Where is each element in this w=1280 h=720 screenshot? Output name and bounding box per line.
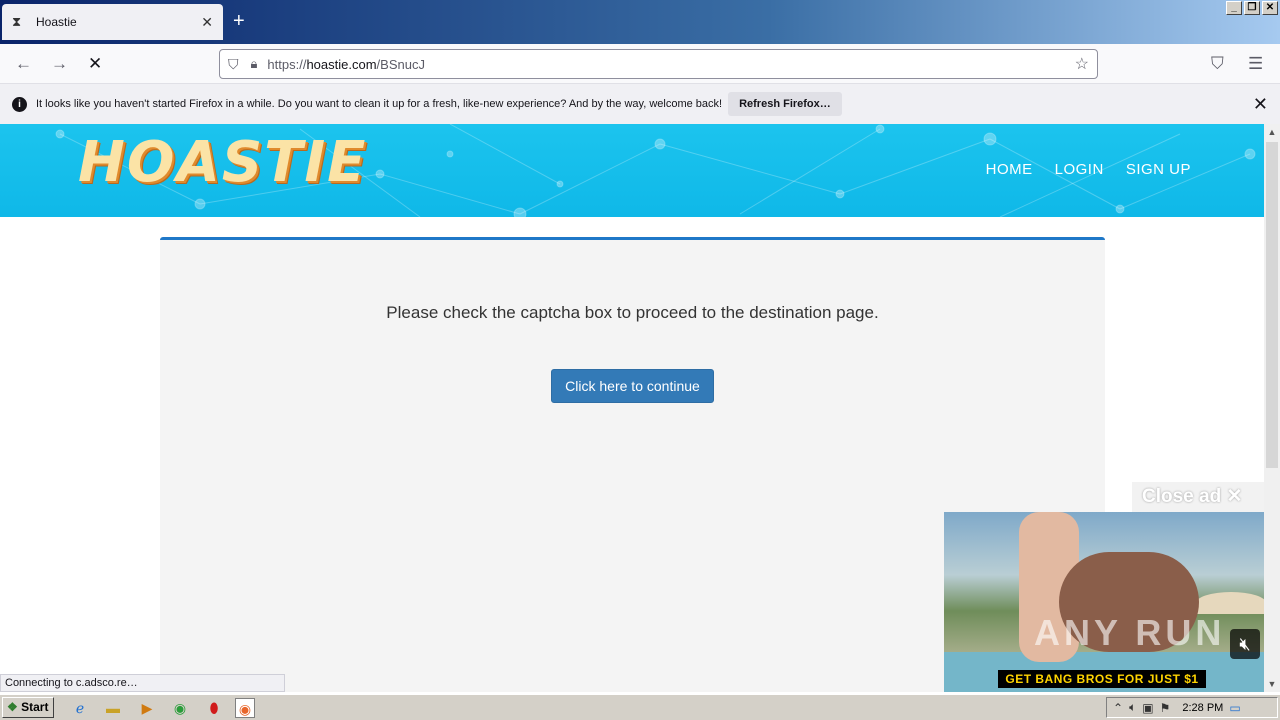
hourglass-icon: ⧗: [12, 14, 22, 29]
pocket-icon[interactable]: ⛉: [1211, 54, 1224, 74]
bookmark-star-icon[interactable]: ☆: [1075, 54, 1089, 74]
notification-bar: i It looks like you haven't started Fire…: [0, 84, 1280, 124]
status-bar: Connecting to c.adsco.re…: [0, 674, 285, 692]
url-text[interactable]: https://hoastie.com/BSnucJ: [267, 57, 425, 72]
site-logo[interactable]: HOASTIE: [78, 130, 367, 195]
info-icon: i: [12, 96, 27, 112]
system-tray: ⌃ 🔈︎ ▣ ⚑ 2:28 PM ▭: [1106, 697, 1278, 718]
media-player-icon[interactable]: ▶: [137, 698, 157, 718]
nav-login-link[interactable]: LOGIN: [1055, 161, 1104, 178]
new-tab-button[interactable]: +: [233, 10, 245, 32]
close-notification-icon[interactable]: ✕: [1253, 94, 1268, 115]
back-arrow-icon[interactable]: ←: [15, 54, 32, 74]
hamburger-menu-icon[interactable]: ☰: [1248, 54, 1263, 74]
firefox-icon[interactable]: ◉: [235, 698, 255, 718]
browser-tab[interactable]: ⧗ Hoastie ✕: [2, 4, 223, 40]
refresh-firefox-button[interactable]: Refresh Firefox…: [728, 92, 842, 116]
close-window-button[interactable]: ✕: [1262, 1, 1278, 15]
tray-arrow-icon[interactable]: ⌃: [1113, 701, 1123, 715]
tracking-shield-icon[interactable]: ⛉: [228, 56, 239, 73]
minimize-button[interactable]: _: [1226, 1, 1242, 15]
stop-loading-icon[interactable]: ✕: [88, 54, 102, 74]
close-ad-icon[interactable]: ✕: [1226, 486, 1242, 507]
scroll-up-arrow-icon[interactable]: ▲: [1264, 124, 1280, 140]
address-bar[interactable]: ⛉ 🔒︎ https://hoastie.com/BSnucJ ☆: [219, 49, 1098, 79]
close-tab-icon[interactable]: ✕: [201, 14, 213, 31]
scroll-thumb[interactable]: [1266, 142, 1278, 468]
site-nav: HOME LOGIN SIGN UP: [986, 161, 1191, 178]
windows-logo-icon: ❖: [7, 700, 18, 714]
folder-icon[interactable]: ▬: [103, 698, 123, 718]
clock[interactable]: 2:28 PM: [1182, 702, 1223, 714]
ad-umbrella: [1196, 592, 1264, 614]
flag-icon[interactable]: ⚑: [1160, 701, 1171, 715]
anyrun-watermark: ANY RUN: [1034, 612, 1226, 653]
page-scrollbar[interactable]: ▲ ▼: [1264, 124, 1280, 692]
scroll-down-arrow-icon[interactable]: ▼: [1264, 676, 1280, 692]
forward-arrow-icon[interactable]: →: [51, 54, 68, 74]
browser-titlebar: ⧗ Hoastie ✕ + _ ❐ ✕: [0, 0, 1280, 44]
video-ad[interactable]: ANY RUN 🔇︎ GET BANG BROS FOR JUST $1: [944, 512, 1264, 692]
ad-banner[interactable]: GET BANG BROS FOR JUST $1: [998, 670, 1206, 688]
site-header: HOASTIE HOME LOGIN SIGN UP: [0, 124, 1264, 217]
start-button[interactable]: ❖ Start: [2, 697, 54, 718]
tab-title: Hoastie: [36, 15, 77, 29]
continue-button[interactable]: Click here to continue: [551, 369, 714, 403]
show-desktop-icon[interactable]: ▭: [1229, 701, 1240, 715]
nav-signup-link[interactable]: SIGN UP: [1126, 161, 1191, 178]
opera-icon[interactable]: ⬮: [204, 698, 224, 718]
captcha-message: Please check the captcha box to proceed …: [386, 303, 879, 322]
lock-icon[interactable]: 🔒︎: [251, 56, 258, 72]
nav-home-link[interactable]: HOME: [986, 161, 1033, 178]
restore-button[interactable]: ❐: [1244, 1, 1260, 15]
window-controls: _ ❐ ✕: [1226, 1, 1278, 15]
close-ad-button[interactable]: Close ad ✕: [1132, 482, 1264, 512]
ie-icon[interactable]: ℯ: [70, 698, 90, 718]
volume-icon[interactable]: 🔈︎: [1129, 700, 1136, 715]
mute-icon[interactable]: 🔇︎: [1230, 629, 1260, 659]
notification-message: It looks like you haven't started Firefo…: [36, 98, 723, 110]
chrome-icon[interactable]: ◉: [170, 698, 190, 718]
navigation-toolbar: ← → ✕ ⛉ 🔒︎ https://hoastie.com/BSnucJ ☆ …: [0, 44, 1280, 84]
network-icon[interactable]: ▣: [1142, 701, 1153, 715]
windows-taskbar: ❖ Start ℯ ▬ ▶ ◉ ⬮ ◉ ⌃ 🔈︎ ▣ ⚑ 2:28 PM ▭: [0, 694, 1280, 720]
